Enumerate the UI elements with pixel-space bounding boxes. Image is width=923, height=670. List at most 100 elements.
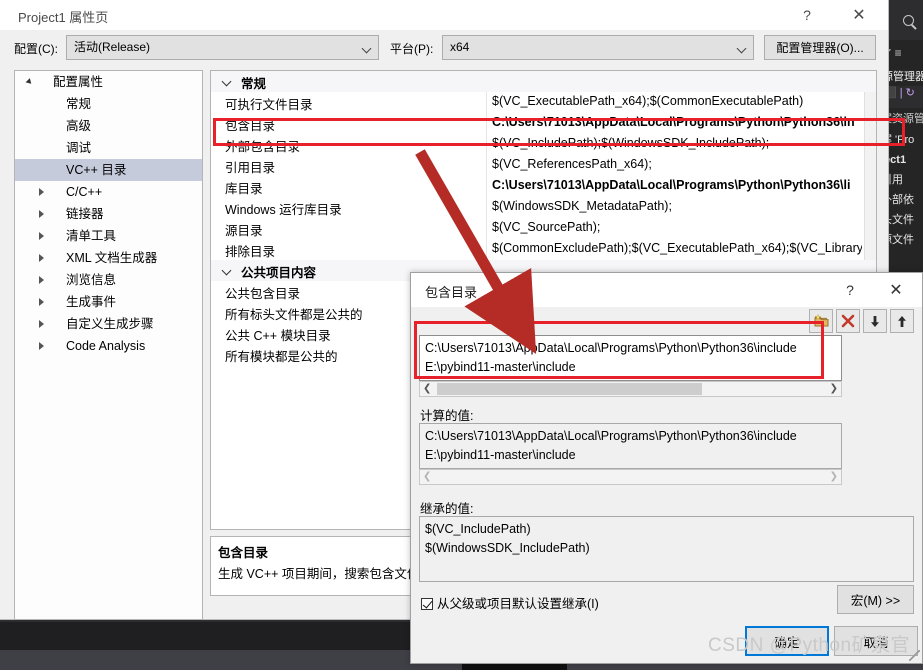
- tree-item-c-cpp[interactable]: C/C++: [15, 181, 202, 203]
- dialog-title: 包含目录: [425, 285, 478, 300]
- help-icon[interactable]: ?: [830, 273, 870, 307]
- platform-value: x64: [450, 40, 470, 54]
- scroll-left-icon[interactable]: ❮: [423, 471, 431, 482]
- grid-row-value: C:\Users\71013\AppData\Local\Programs\Py…: [492, 178, 851, 192]
- tree-item-advanced[interactable]: 高级: [15, 115, 202, 137]
- move-up-button[interactable]: [890, 309, 914, 333]
- scrollbar-thumb[interactable]: [437, 383, 702, 395]
- tree-item-custom-build-step[interactable]: 自定义生成步骤: [15, 313, 202, 335]
- configuration-select[interactable]: 活动(Release): [66, 35, 379, 60]
- tree-item-browse-information[interactable]: 浏览信息: [15, 269, 202, 291]
- grid-row-name: 公共包含目录: [225, 287, 301, 301]
- grid-row-name: 排除目录: [225, 245, 276, 259]
- scroll-left-icon[interactable]: ❮: [423, 383, 431, 394]
- tree-item-label: 链接器: [66, 207, 104, 221]
- grid-row-name: 外部包含目录: [225, 140, 301, 154]
- grid-category-general[interactable]: 常规: [211, 71, 876, 92]
- configuration-label: 配置(C):: [14, 42, 58, 56]
- table-row[interactable]: 外部包含目录 $(VC_IncludePath);$(WindowsSDK_In…: [211, 134, 876, 155]
- tree-item-configuration-properties[interactable]: 配置属性: [15, 71, 202, 93]
- table-row[interactable]: 可执行文件目录 $(VC_ExecutablePath_x64);$(Commo…: [211, 92, 876, 113]
- caret-collapsed-icon: [39, 298, 44, 306]
- tree-item-label: XML 文档生成器: [66, 251, 158, 265]
- evaluated-value-label: 计算的值:: [420, 409, 474, 423]
- tree-item-label: 自定义生成步骤: [66, 317, 154, 331]
- evaluated-value-box: C:\Users\71013\AppData\Local\Programs\Py…: [419, 423, 842, 469]
- new-folder-icon: [814, 314, 828, 327]
- platform-select[interactable]: x64: [442, 35, 754, 60]
- description-body: 生成 VC++ 项目期间，搜索包含文件: [218, 567, 415, 581]
- grid-row-name: 所有标头文件都是公共的: [225, 308, 363, 322]
- grid-row-value: $(WindowsSDK_MetadataPath);: [492, 199, 672, 213]
- directory-entry[interactable]: E:\pybind11-master\include: [425, 358, 836, 377]
- tree-item-label: 清单工具: [66, 229, 117, 243]
- tree-item-label: 调试: [66, 141, 92, 155]
- inherit-checkbox[interactable]: 从父级或项目默认设置继承(I): [421, 593, 599, 612]
- directories-edit-list[interactable]: C:\Users\71013\AppData\Local\Programs\Py…: [419, 335, 842, 381]
- new-folder-button[interactable]: [809, 309, 833, 333]
- tree-item-manifest-tool[interactable]: 清单工具: [15, 225, 202, 247]
- grid-row-value: $(VC_ExecutablePath_x64);$(CommonExecuta…: [492, 94, 804, 108]
- tree-item-label: Code Analysis: [66, 339, 146, 353]
- evaluated-value-line: C:\Users\71013\AppData\Local\Programs\Py…: [425, 429, 797, 443]
- caret-expanded-icon: [25, 78, 34, 86]
- table-row[interactable]: Windows 运行库目录 $(WindowsSDK_MetadataPath)…: [211, 197, 876, 218]
- table-row[interactable]: 排除目录 $(CommonExcludePath);$(VC_Executabl…: [211, 239, 876, 260]
- directories-horizontal-scrollbar[interactable]: ❮ ❯: [419, 381, 842, 397]
- table-row[interactable]: 引用目录 $(VC_ReferencesPath_x64);: [211, 155, 876, 176]
- dialog-resize-grip[interactable]: [909, 650, 920, 661]
- delete-button[interactable]: [836, 309, 860, 333]
- arrow-down-icon: [871, 315, 879, 327]
- grid-row-value: C:\Users\71013\AppData\Local\Programs\Py…: [492, 115, 855, 129]
- tree-item-label: 配置属性: [53, 75, 104, 89]
- tree-item-debugging[interactable]: 调试: [15, 137, 202, 159]
- grid-row-name: Windows 运行库目录: [225, 203, 342, 217]
- grid-row-value: $(VC_ReferencesPath_x64);: [492, 157, 652, 171]
- help-icon[interactable]: ?: [786, 0, 828, 30]
- configuration-value: 活动(Release): [74, 40, 151, 54]
- tree-item-xml-doc-generator[interactable]: XML 文档生成器: [15, 247, 202, 269]
- checkbox-checked-icon: [421, 598, 433, 610]
- tree-item-build-events[interactable]: 生成事件: [15, 291, 202, 313]
- arrow-up-icon: [898, 315, 906, 327]
- table-row[interactable]: 库目录 C:\Users\71013\AppData\Local\Program…: [211, 176, 876, 197]
- directory-entry[interactable]: C:\Users\71013\AppData\Local\Programs\Py…: [425, 339, 836, 358]
- close-icon[interactable]: ✕: [838, 0, 880, 30]
- evaluated-horizontal-scrollbar[interactable]: ❮ ❯: [419, 469, 842, 485]
- tree-item-label: VC++ 目录: [66, 163, 127, 177]
- tree-item-label: 高级: [66, 119, 92, 133]
- inherited-value-label: 继承的值:: [420, 502, 474, 516]
- configuration-bar: 配置(C): 活动(Release) 平台(P): x64 配置管理器(O)..…: [0, 31, 887, 65]
- caret-collapsed-icon: [39, 342, 44, 350]
- scroll-right-icon[interactable]: ❯: [830, 471, 838, 482]
- grid-row-name: 公共 C++ 模块目录: [225, 329, 331, 343]
- table-row[interactable]: 包含目录 C:\Users\71013\AppData\Local\Progra…: [211, 113, 876, 134]
- caret-collapsed-icon: [39, 210, 44, 218]
- tree-item-label: 浏览信息: [66, 273, 117, 287]
- evaluated-value-line: E:\pybind11-master\include: [425, 448, 576, 462]
- tree-item-code-analysis[interactable]: Code Analysis: [15, 335, 202, 357]
- configuration-manager-button[interactable]: 配置管理器(O)...: [764, 35, 876, 60]
- property-tree-pane[interactable]: 配置属性 常规 高级 调试 VC++ 目录 C/C++ 链接器 清单工具 XML…: [14, 70, 203, 620]
- chevron-down-icon: [361, 43, 372, 54]
- macros-button[interactable]: 宏(M) >>: [837, 585, 914, 614]
- tree-item-vcpp-directories[interactable]: VC++ 目录: [15, 159, 202, 181]
- caret-collapsed-icon: [39, 188, 44, 196]
- chevron-down-icon: [736, 43, 747, 54]
- inherit-checkbox-label: 从父级或项目默认设置继承(I): [437, 597, 599, 611]
- grid-row-name: 源目录: [225, 224, 263, 238]
- scroll-right-icon[interactable]: ❯: [830, 383, 838, 394]
- chevron-down-icon: [221, 265, 232, 276]
- property-pages-title-bar: Project1 属性页 ? ✕: [0, 0, 888, 30]
- tree-item-general[interactable]: 常规: [15, 93, 202, 115]
- tree-item-linker[interactable]: 链接器: [15, 203, 202, 225]
- tree-item-label: 常规: [66, 97, 92, 111]
- search-icon[interactable]: [903, 15, 914, 26]
- tree-item-label: C/C++: [66, 185, 103, 199]
- platform-label: 平台(P):: [390, 42, 434, 56]
- grid-row-value: $(CommonExcludePath);$(VC_ExecutablePath…: [492, 241, 862, 255]
- table-row[interactable]: 源目录 $(VC_SourcePath);: [211, 218, 876, 239]
- move-down-button[interactable]: [863, 309, 887, 333]
- close-icon[interactable]: ✕: [876, 273, 916, 307]
- delete-x-icon: [841, 314, 855, 328]
